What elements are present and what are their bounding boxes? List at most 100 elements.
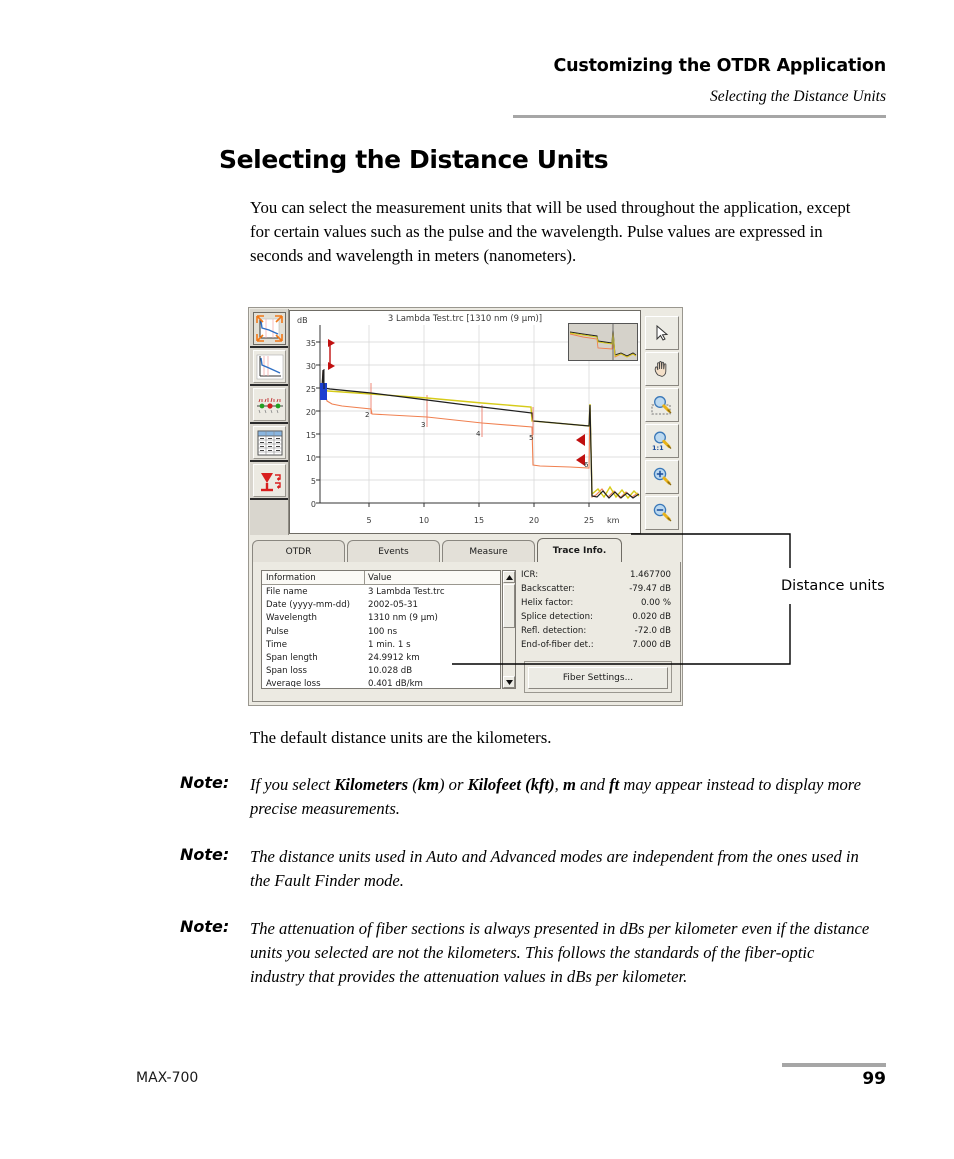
laser-source-icon[interactable] [253,464,286,497]
zoom-region-tool-icon[interactable] [645,388,679,422]
footer-divider-rule [782,1063,886,1067]
detail-row-refl-detection: Refl. detection: -72.0 dB [521,626,673,640]
tab-trace-info[interactable]: Trace Info. [537,538,622,562]
graph-overview-inset[interactable] [568,323,638,361]
tab-measure[interactable]: Measure [442,540,535,562]
event-label-5: 5 [529,434,534,442]
row-value: 10.028 dB [368,666,413,677]
event-label-4: 4 [476,430,481,438]
table-header-row: Information Value [262,571,500,585]
tab-events[interactable]: Events [347,540,440,562]
zone-arrow-upper[interactable] [576,434,585,446]
row-key: Average loss [266,679,321,688]
note-2: Note: The distance units used in Auto an… [180,845,870,893]
table-row[interactable]: Pulse 100 ns [262,627,500,640]
intro-paragraph: You can select the measurement units tha… [250,198,851,266]
column-header-value: Value [368,573,392,583]
header-title: Customizing the OTDR Application [553,56,886,76]
default-units-paragraph: The default distance units are the kilom… [250,728,552,747]
toolbar-separator [250,498,288,500]
header-divider-rule [513,115,886,118]
trace-info-scrollbar[interactable] [502,570,516,689]
zoom-in-tool-icon[interactable] [645,460,679,494]
zoom-out-tool-icon[interactable] [645,496,679,530]
table-row[interactable]: Date (yyyy-mm-dd) 2002-05-31 [262,600,500,613]
table-row[interactable]: Time 1 min. 1 s [262,640,500,653]
note-label: Note: [180,773,230,792]
footer-page-number: 99 [862,1069,886,1089]
otdr-left-toolbar [250,309,289,535]
detail-row-helix-factor: Helix factor: 0.00 % [521,598,673,612]
row-value: 1 min. 1 s [368,639,411,650]
pan-hand-tool-icon[interactable] [645,352,679,386]
detail-value: 0.00 % [640,598,671,608]
detail-row-icr: ICR: 1.467700 [521,570,673,584]
table-row[interactable]: Span length 24.9912 km [262,653,500,666]
trace-info-table[interactable]: Information Value File name 3 Lambda Tes… [261,570,501,689]
events-table-icon[interactable] [253,426,286,459]
marker-arrow-lower[interactable] [328,362,335,370]
detail-key: Helix factor: [521,598,574,608]
toolbar-separator [250,384,288,386]
toolbar-separator [250,346,288,348]
row-key: File name [266,587,308,597]
zoom-one-to-one-tool-icon[interactable]: 1:1 [645,424,679,458]
detail-value: 1.467700 [629,570,671,580]
row-value: 100 ns [368,626,398,637]
svg-text:1:1: 1:1 [652,444,664,452]
table-row[interactable]: Span loss 10.028 dB [262,666,500,679]
otdr-right-toolbar: 1:1 [645,316,681,535]
row-key: Span length [266,653,318,663]
detail-row-backscatter: Backscatter: -79.47 dB [521,584,673,598]
marker-arrow-upper[interactable] [328,339,335,347]
fiber-settings-button[interactable]: Fiber Settings... [528,667,668,689]
detail-key: End-of-fiber det.: [521,640,594,650]
row-value: 2002-05-31 [368,600,418,611]
tab-otdr[interactable]: OTDR [252,540,345,562]
fiber-parameters-panel: ICR: 1.467700 Backscatter: -79.47 dB Hel… [521,570,673,660]
detail-key: Refl. detection: [521,626,587,636]
row-key: Time [266,639,288,650]
detail-row-splice-detection: Splice detection: 0.020 dB [521,612,673,626]
zoomed-trace-view-icon[interactable] [253,350,286,383]
event-label-3: 3 [421,421,426,429]
scroll-down-arrow-icon[interactable] [503,676,515,688]
detail-value: 0.020 dB [632,612,671,622]
detail-value: -79.47 dB [629,584,671,594]
row-key: Span loss [266,666,307,677]
row-value: 0.401 dB/km [368,679,423,688]
scroll-up-arrow-icon[interactable] [503,571,515,583]
note-label: Note: [180,845,230,864]
row-value: 24.9912 km [368,653,420,663]
row-value: 1310 nm (9 µm) [368,613,438,624]
otdr-tab-strip: OTDR Events Measure Trace Info. [252,538,681,563]
detail-key: Backscatter: [521,584,575,594]
full-trace-view-icon[interactable] [253,312,286,345]
footer-product-name: MAX-700 [136,1070,199,1086]
events-map-icon[interactable] [253,388,286,421]
note-text: The attenuation of fiber sections is alw… [250,919,870,987]
event-label-2: 2 [365,411,370,419]
toolbar-separator [250,460,288,462]
note-label: Note: [180,917,230,936]
table-row[interactable]: File name 3 Lambda Test.trc [262,587,500,600]
pointer-tool-icon[interactable] [645,316,679,350]
row-key: Pulse [266,626,289,637]
scrollbar-thumb[interactable] [503,584,515,628]
otdr-trace-info-panel: Information Value File name 3 Lambda Tes… [252,562,681,702]
note-3: Note: The attenuation of fiber sections … [180,917,870,990]
otdr-application-screenshot: dB 3 Lambda Test.trc [1310 nm (9 µm)] 35… [248,307,683,706]
detail-row-end-of-fiber: End-of-fiber det.: 7.000 dB [521,640,673,654]
detail-value: -72.0 dB [634,626,671,636]
otdr-trace-graph[interactable]: dB 3 Lambda Test.trc [1310 nm (9 µm)] 35… [289,310,641,534]
row-value: 3 Lambda Test.trc [368,587,445,597]
toolbar-separator [250,422,288,424]
event-label-6: 6 [584,461,589,469]
detail-key: Splice detection: [521,612,593,622]
table-row[interactable]: Average loss 0.401 dB/km [262,679,500,687]
column-header-information: Information [266,573,316,583]
table-row[interactable]: Wavelength 1310 nm (9 µm) [262,613,500,626]
page-title: Selecting the Distance Units [219,145,609,174]
detail-value: 7.000 dB [632,640,671,650]
header-subtitle: Selecting the Distance Units [709,88,886,105]
